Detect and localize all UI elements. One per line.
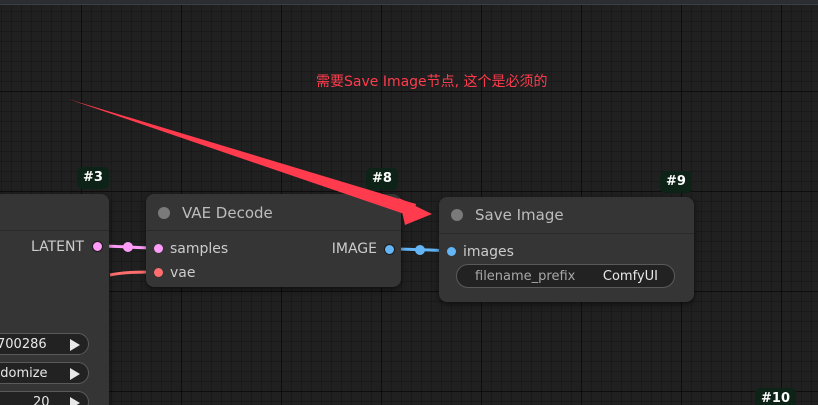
annotation-arrow-icon [68, 99, 432, 225]
